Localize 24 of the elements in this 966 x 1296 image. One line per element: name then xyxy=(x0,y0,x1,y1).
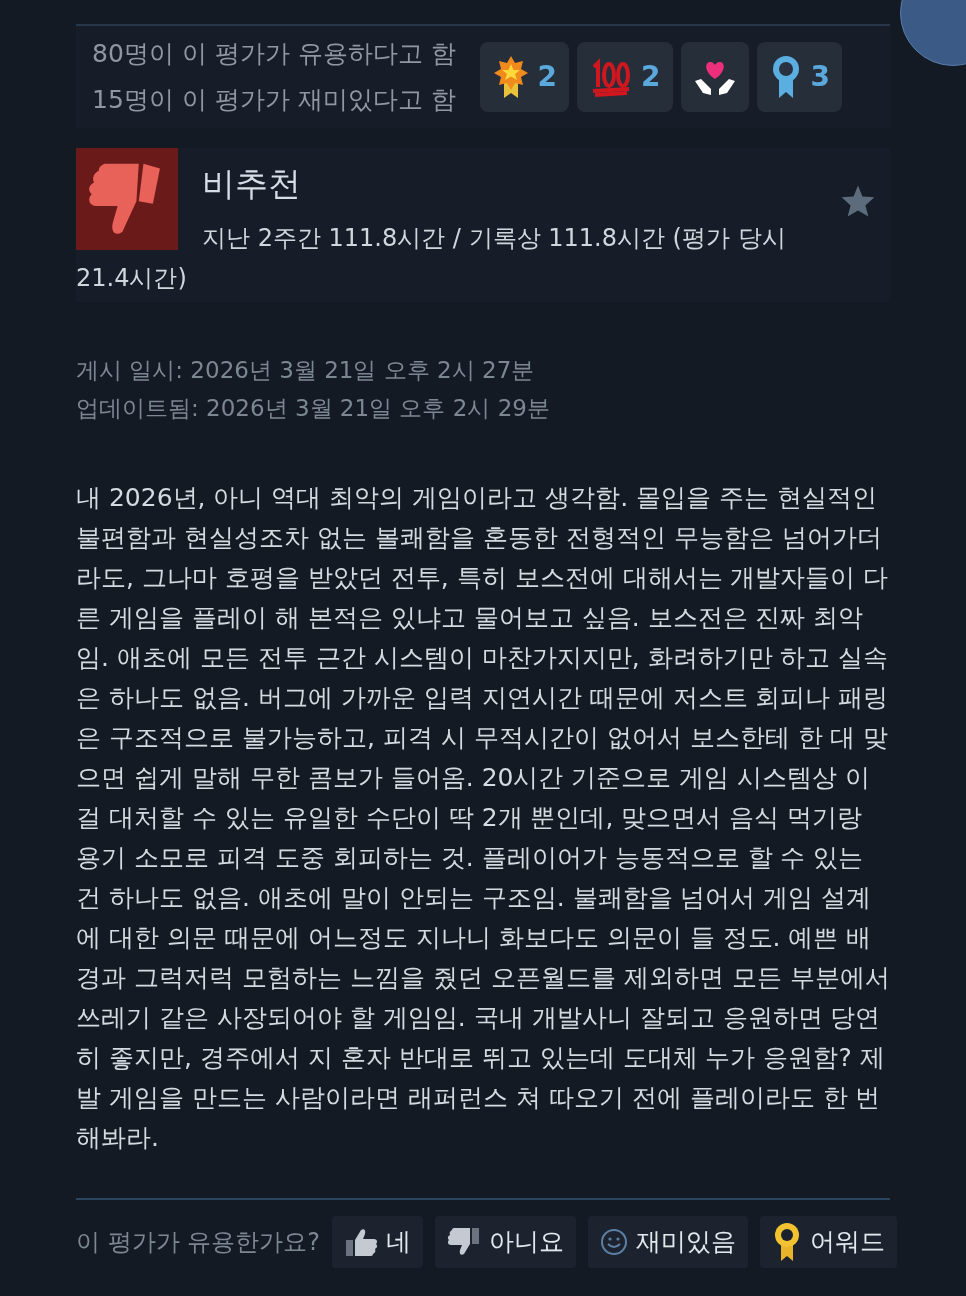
award-ribbon-icon xyxy=(772,1222,802,1262)
thumbs-down-icon xyxy=(447,1227,481,1257)
vote-button[interactable]: 어워드 xyxy=(760,1216,897,1268)
verdict-title: 비추천 xyxy=(202,163,301,205)
award-count: 3 xyxy=(810,59,831,95)
award-badge[interactable]: 2 xyxy=(479,42,570,112)
helpful-count-text: 80명이 이 평가가 유용하다고 함 xyxy=(92,38,456,70)
award-badge[interactable]: 2 xyxy=(577,42,673,112)
thumbs-up-icon xyxy=(344,1227,378,1257)
playtime-text: 지난 2주간 111.8시간 / 기록상 111.8시간 (평가 당시 21.4시간) xyxy=(75,223,787,294)
smiley-icon xyxy=(600,1228,628,1256)
vote-button[interactable]: 아니요 xyxy=(435,1216,576,1268)
helpful-count-text: 15명이 이 평가가 재미있다고 함 xyxy=(92,84,456,116)
posted-date: 게시 일시: 2026년 3월 21일 오후 2시 27분 xyxy=(76,356,536,385)
award-badge[interactable]: 3 xyxy=(756,42,843,112)
award-badge[interactable] xyxy=(680,42,749,112)
star-icon[interactable] xyxy=(840,184,876,218)
vote-button[interactable]: 네 xyxy=(332,1216,423,1268)
vote-button[interactable]: 재미있음 xyxy=(588,1216,748,1268)
updated-date: 업데이트됨: 2026년 3월 21일 오후 2시 29분 xyxy=(76,394,551,423)
helpful-question: 이 평가가 유용한가요? xyxy=(76,1227,320,1258)
review-body: 내 2026년, 아니 역대 최악의 게임이라고 생각함. 몰입을 주는 현실적인 불편함과 현실성조차 없는 볼쾌함을 혼동한 전형적인 무능함은 넘어가더라도, 그나마 호평을 받았던 전투, 특히 보스전에 대해서는 개발자들이 다른 게임을 플레이 해 본적은 있냐고 물어보고 싶음. 보스전은 진짜 최악임. 애초에 모든 전투 근간 시스템이 마찬가지지만, 화려하기만 하고 실속은 하나도 없음. 버그에 가까운 입력 지연시간 때문에 저스트 회피나 패링은 구조적으로 불가능하고, 피격 시 무적시간이 없어서 보스한테 한 대 맞으면 쉽게 말해 무한 콤보가 들어옴. 20시간 기준으로 게임 시스템상 이걸 대처할 수 있는 유일한 수단이 딱 2개 뿐인데, 맞으면서 음식 먹기랑 용기 소모로 피격 도중 회피하는 것. 플레이어가 능동적으로 할 수 있는 건 하나도 없음. 애초에 말이 안되는 구조임. 불쾌함을 넘어서 게임 설계에 대한 의문 때문에 어느정도 지나니 화보다도 의문이 들 정도. 예쁜 배경과 그럭저럭 모험하는 느낌을 줬던 오픈월드를 제외하면 모든 부분에서 쓰레기 같은 사장되어야 할 게임임. 국내 개발사니 잘되고 응원하면 당연히 좋지만, 경주에서 지 혼자 반대로 뛰고 있는데 도대체 누가 응원함? 제발 게임을 만드는 사람이라면 래퍼런스 쳐 따오기 전에 플레이라도 한 번 해봐라. xyxy=(76,482,890,1154)
award-count: 2 xyxy=(537,59,558,95)
award-count: 2 xyxy=(641,59,661,95)
